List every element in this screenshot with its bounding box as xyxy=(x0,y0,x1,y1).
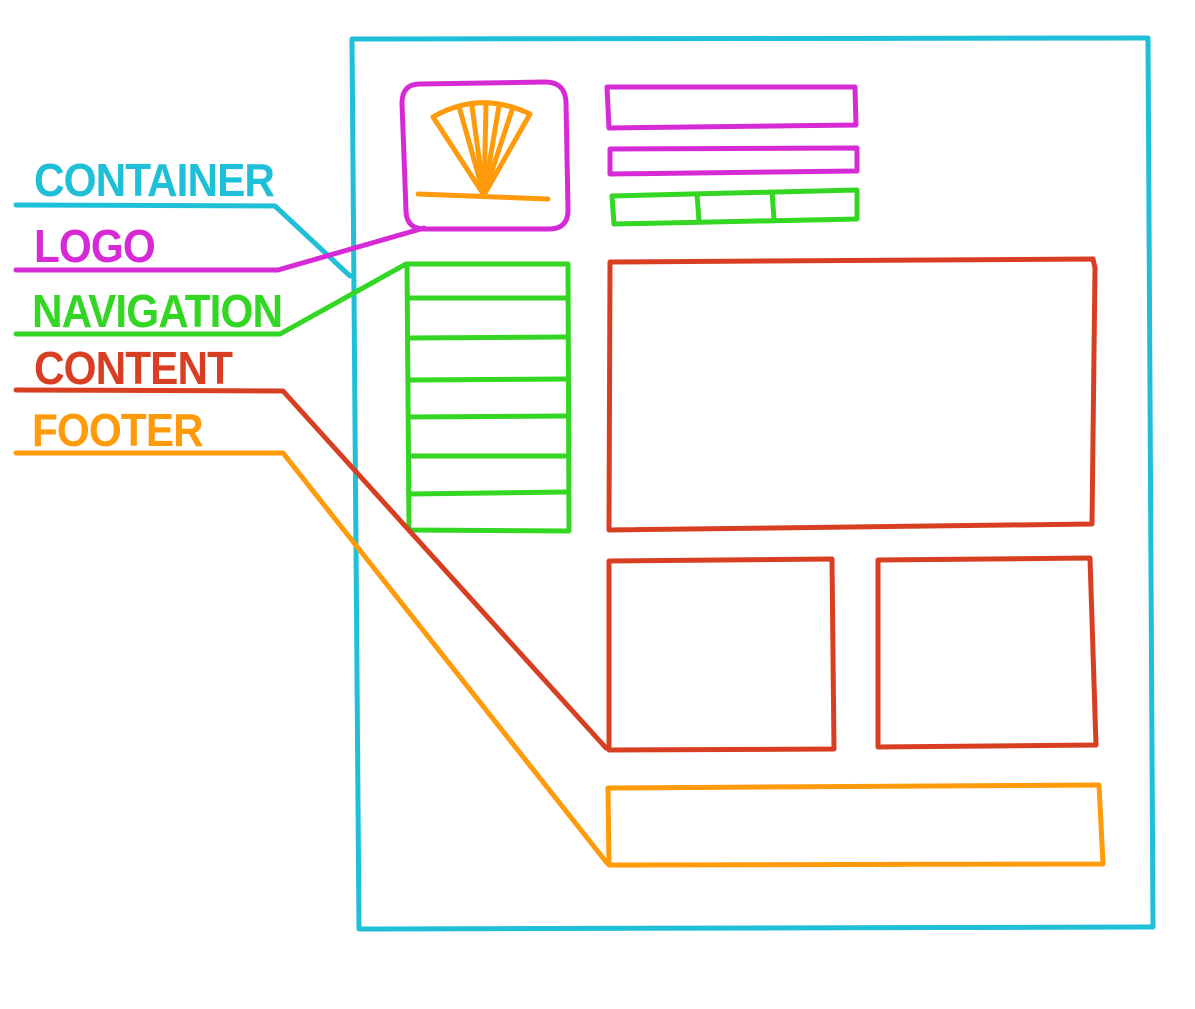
content-card-right xyxy=(875,555,1099,750)
sidebar-nav-divider xyxy=(406,376,570,383)
legend: CONTAINER LOGO NAVIGATION CONTENT FOOTER xyxy=(32,155,283,456)
sidebar-nav-divider xyxy=(406,489,570,497)
footer-box xyxy=(605,782,1106,868)
wireframe-diagram: CONTAINER LOGO NAVIGATION CONTENT FOOTER xyxy=(13,35,1156,932)
header-nav-tab-divider xyxy=(769,189,777,222)
header-title-bar xyxy=(604,84,859,131)
label-content: CONTENT xyxy=(34,343,233,394)
label-footer: FOOTER xyxy=(32,405,203,456)
sidebar-nav-divider xyxy=(406,413,570,420)
content-card-left xyxy=(606,556,837,753)
footer-group xyxy=(13,450,1106,868)
label-navigation: NAVIGATION xyxy=(32,286,282,337)
footer-leader-line xyxy=(13,450,610,866)
content-main-box xyxy=(606,256,1098,533)
header-subtitle-bar xyxy=(607,145,860,177)
shell-icon xyxy=(415,100,551,202)
label-logo: LOGO xyxy=(34,221,155,272)
label-container: CONTAINER xyxy=(34,155,274,206)
header-nav-bar xyxy=(609,187,860,227)
header-nav-tab-divider xyxy=(694,191,702,224)
sidebar-nav-divider xyxy=(405,334,570,341)
